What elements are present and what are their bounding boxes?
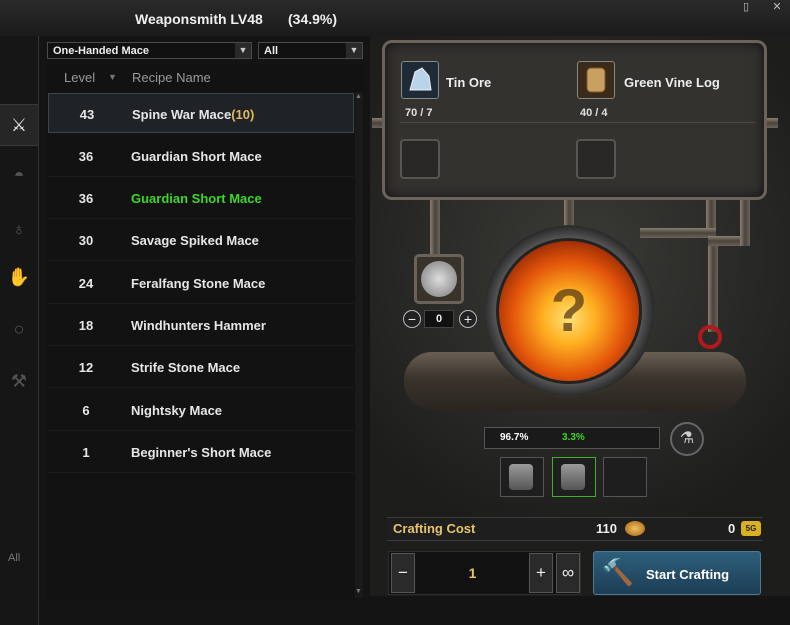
recipe-row[interactable]: 1 Beginner's Short Mace: [48, 432, 354, 473]
recipe-level: 36: [78, 149, 94, 164]
tab-potion-icon[interactable]: ♁: [4, 214, 34, 244]
points-icon: 5G: [741, 521, 761, 536]
tab-armor-icon[interactable]: ◓: [4, 160, 34, 190]
pipe: [708, 236, 718, 332]
ore-icon[interactable]: [401, 61, 439, 99]
skill-title: Weaponsmith LV48: [135, 11, 263, 27]
flask-icon[interactable]: ⚗: [670, 422, 704, 456]
material-slot[interactable]: [400, 139, 440, 179]
chat-overlay: [0, 600, 370, 625]
coin-icon: [625, 521, 645, 536]
points-amount: 0: [728, 521, 736, 536]
quantity-max-button[interactable]: ∞: [556, 553, 580, 593]
recipe-level: 24: [78, 276, 94, 291]
mace-icon: [561, 464, 585, 490]
fuel-quantity[interactable]: 0: [424, 310, 454, 328]
recipe-level: 36: [78, 191, 94, 206]
recipe-level: 30: [78, 233, 94, 248]
crafting-cost-label: Crafting Cost: [393, 521, 476, 536]
recipe-row[interactable]: 18 Windhunters Hammer: [48, 305, 354, 346]
category-dropdown-value: One-Handed Mace: [53, 45, 149, 57]
chevron-down-icon: ▼: [346, 43, 362, 58]
crafting-cost-amount: 110: [596, 521, 617, 536]
column-header-name[interactable]: Recipe Name: [132, 70, 211, 85]
tab-ring-icon[interactable]: ○: [4, 314, 34, 344]
recipe-level: 43: [79, 107, 95, 122]
material-slot[interactable]: [576, 139, 616, 179]
start-crafting-label: Start Crafting: [646, 567, 730, 582]
category-tabs: ⚔ ◓ ♁ ✋ ○ ⚒: [0, 36, 39, 625]
column-header-level[interactable]: Level: [64, 70, 95, 85]
recipe-name: Guardian Short Mace: [131, 149, 262, 164]
skill-progress: (34.9%): [288, 11, 338, 27]
recipe-level: 12: [78, 360, 94, 375]
mace-icon: [509, 464, 533, 490]
recipe-count: (10): [231, 107, 255, 122]
tab-hammer-icon[interactable]: ⚒: [4, 366, 34, 396]
material-count: 70 / 7: [405, 107, 433, 119]
recipe-name-text: Spine War Mace: [132, 107, 232, 122]
recipe-name: Guardian Short Mace: [131, 191, 262, 206]
recipe-row[interactable]: 36 Guardian Short Mace: [48, 136, 354, 177]
tier-dropdown[interactable]: All ▼: [258, 42, 363, 59]
quantity-value[interactable]: 1: [420, 565, 525, 581]
ore-pile-icon: [421, 261, 457, 297]
recipe-level: 1: [82, 445, 90, 460]
close-button[interactable]: ✕: [766, 0, 788, 14]
recipe-row[interactable]: 12 Strife Stone Mace: [48, 347, 354, 388]
recipe-row[interactable]: 43 Spine War Mace(10): [48, 93, 354, 133]
pipe: [564, 198, 574, 228]
material-name: Green Vine Log: [624, 75, 720, 90]
great-success-rate: 3.3%: [562, 432, 585, 443]
recipe-name: Beginner's Short Mace: [131, 445, 272, 460]
log-icon[interactable]: [577, 61, 615, 99]
valve-icon: [698, 325, 722, 349]
recipe-name: Windhunters Hammer: [131, 318, 266, 333]
recipe-row[interactable]: 6 Nightsky Mace: [48, 390, 354, 431]
recipe-name: Spine War Mace(10): [132, 107, 254, 122]
pipe: [708, 236, 740, 246]
recipe-name: Savage Spiked Mace: [131, 233, 259, 248]
recipe-row[interactable]: 30 Savage Spiked Mace: [48, 220, 354, 261]
pipe: [740, 200, 750, 246]
category-dropdown[interactable]: One-Handed Mace ▼: [47, 42, 252, 59]
pipe: [640, 228, 716, 238]
success-rate: 96.7%: [500, 432, 529, 443]
recipe-row[interactable]: 36 Guardian Short Mace: [48, 178, 354, 219]
recipe-name: Nightsky Mace: [131, 403, 223, 418]
sort-arrow-icon[interactable]: ▼: [108, 72, 117, 82]
list-scrollbar[interactable]: [355, 92, 363, 598]
recipe-level: 18: [78, 318, 94, 333]
result-slot[interactable]: [552, 457, 596, 497]
recipe-name: Strife Stone Mace: [131, 360, 241, 375]
tab-crossed-swords-icon[interactable]: ⚔: [0, 104, 38, 146]
hammer-icon: 🔨: [601, 557, 635, 587]
chevron-down-icon: ▼: [235, 43, 251, 58]
unknown-result-icon: ?: [550, 277, 588, 344]
quantity-plus-button[interactable]: +: [529, 553, 553, 593]
pipe: [706, 198, 716, 228]
material-name: Tin Ore: [446, 75, 492, 90]
tier-dropdown-value: All: [264, 45, 279, 57]
recipe-level: 6: [82, 403, 90, 418]
title-bar: [0, 0, 790, 36]
pipe: [430, 198, 440, 256]
result-slot[interactable]: [603, 457, 647, 497]
tab-all[interactable]: All: [8, 552, 20, 564]
result-rates: 96.7% 3.3%: [484, 427, 660, 449]
recipe-name: Feralfang Stone Mace: [131, 276, 266, 291]
minimize-button[interactable]: ▯: [735, 0, 757, 14]
quantity-minus-button[interactable]: −: [391, 553, 415, 593]
recipe-row[interactable]: 24 Feralfang Stone Mace: [48, 263, 354, 304]
scroll-up-icon[interactable]: ▲: [355, 93, 362, 100]
divider: [400, 122, 755, 123]
material-count: 40 / 4: [580, 107, 608, 119]
fuel-minus-button[interactable]: −: [403, 310, 421, 328]
fuel-plus-button[interactable]: +: [459, 310, 477, 328]
result-slot[interactable]: [500, 457, 544, 497]
tab-gloves-icon[interactable]: ✋: [4, 262, 34, 292]
scroll-down-icon[interactable]: ▼: [355, 588, 362, 595]
